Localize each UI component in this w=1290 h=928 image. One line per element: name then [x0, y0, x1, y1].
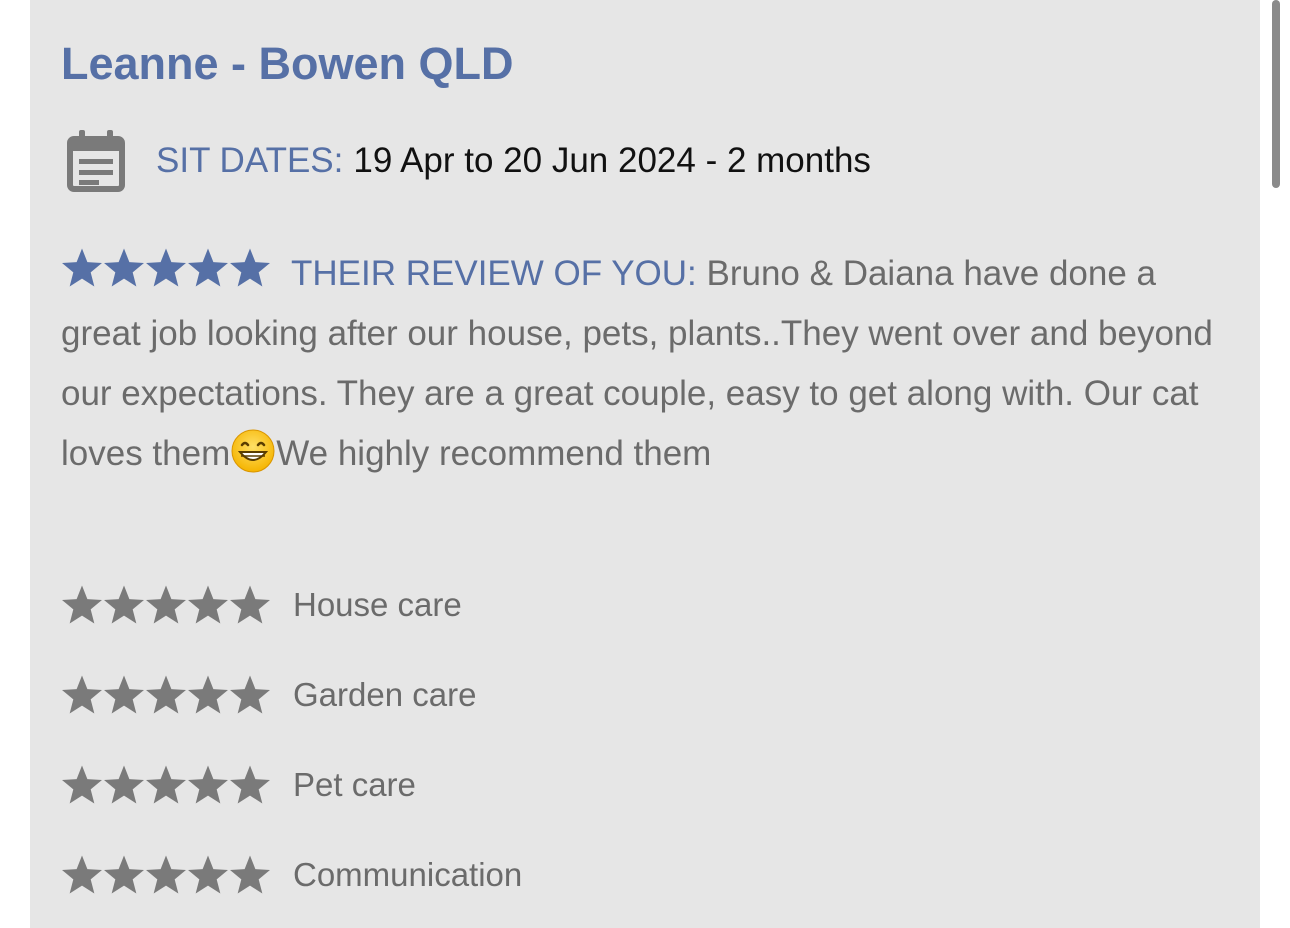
review-text-continued: We highly recommend them — [276, 434, 712, 473]
pet-care-stars — [61, 764, 271, 806]
star-icon — [230, 765, 270, 804]
rating-row-garden-care: Garden care — [61, 667, 476, 723]
star-icon — [146, 855, 186, 894]
communication-stars — [61, 854, 271, 896]
star-rating-icons — [62, 248, 270, 287]
communication-label: Communication — [293, 856, 523, 893]
rating-row-house-care: House care — [61, 577, 462, 633]
star-icon — [62, 675, 102, 714]
star-icon — [146, 585, 186, 624]
rating-row-communication: Communication — [61, 847, 522, 903]
pet-care-label: Pet care — [293, 766, 416, 803]
review-block: THEIR REVIEW OF YOU: Bruno & Daiana have… — [61, 244, 1231, 484]
grinning-face-emoji — [231, 429, 275, 473]
star-icon — [146, 765, 186, 804]
reviewer-title: Leanne - Bowen QLD — [61, 38, 514, 89]
star-icon — [104, 248, 144, 287]
star-icon — [62, 248, 102, 287]
star-rating-icons — [62, 585, 270, 624]
scrollbar[interactable] — [1270, 0, 1282, 188]
star-icon — [104, 585, 144, 624]
rating-row-pet-care: Pet care — [61, 757, 416, 813]
garden-care-stars — [61, 674, 271, 716]
star-icon — [230, 585, 270, 624]
star-icon — [188, 585, 228, 624]
star-icon — [146, 675, 186, 714]
star-icon — [104, 765, 144, 804]
scrollbar-thumb[interactable] — [1272, 0, 1280, 188]
star-rating-icons — [62, 855, 270, 894]
star-icon — [146, 248, 186, 287]
star-icon — [230, 248, 270, 287]
review-label: THEIR REVIEW OF YOU: — [291, 254, 697, 293]
star-rating-icons — [62, 765, 270, 804]
star-icon — [188, 248, 228, 287]
house-care-label: House care — [293, 586, 462, 623]
star-icon — [188, 855, 228, 894]
star-icon — [188, 765, 228, 804]
sit-dates-row: SIT DATES: 19 Apr to 20 Jun 2024 - 2 mon… — [66, 128, 871, 194]
house-care-stars — [61, 584, 271, 626]
star-rating-icons — [62, 675, 270, 714]
garden-care-label: Garden care — [293, 676, 477, 713]
star-icon — [104, 855, 144, 894]
star-icon — [62, 765, 102, 804]
star-icon — [188, 675, 228, 714]
star-icon — [62, 855, 102, 894]
star-icon — [230, 855, 270, 894]
overall-rating-stars — [61, 247, 271, 289]
star-icon — [62, 585, 102, 624]
sit-dates-value: 19 Apr to 20 Jun 2024 - 2 months — [353, 141, 871, 180]
sit-dates-label: SIT DATES: — [156, 141, 344, 180]
star-icon — [230, 675, 270, 714]
calendar-icon — [67, 130, 125, 192]
star-icon — [104, 675, 144, 714]
